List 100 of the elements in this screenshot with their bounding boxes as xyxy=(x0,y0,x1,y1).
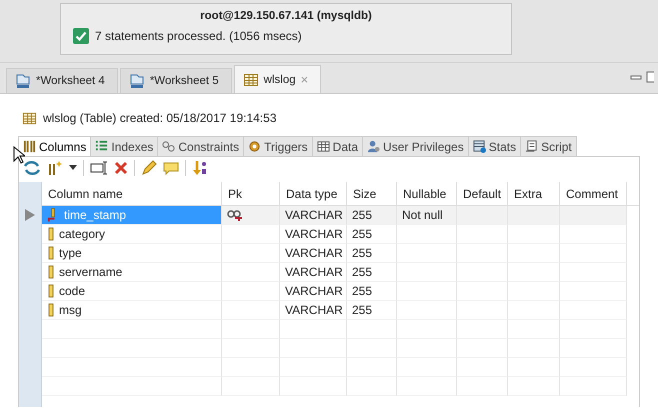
column-header[interactable]: Extra xyxy=(508,182,560,205)
editor-tab[interactable]: wlslog × xyxy=(234,65,322,93)
table-cell: VARCHAR xyxy=(280,206,347,225)
column-header[interactable]: Comment xyxy=(560,182,627,205)
empty-cell xyxy=(457,225,508,244)
column-header[interactable]: Column name xyxy=(42,182,222,205)
table-row[interactable]: category VARCHAR 255 xyxy=(42,225,639,244)
table-cell xyxy=(397,301,457,320)
sub-tab[interactable]: Constraints xyxy=(158,137,244,156)
empty-cell xyxy=(222,320,280,339)
table-cell: VARCHAR xyxy=(280,282,347,301)
empty-cell xyxy=(560,225,627,244)
pk-cell xyxy=(222,282,280,301)
column-icon xyxy=(47,227,55,241)
column-icon xyxy=(47,246,55,260)
table-cell: VARCHAR xyxy=(280,263,347,282)
sub-tab[interactable]: Stats xyxy=(468,137,522,156)
column-icon xyxy=(47,303,55,317)
pencil-icon[interactable] xyxy=(141,160,157,176)
table-cell: 255 xyxy=(347,301,397,320)
column-header[interactable]: Data type xyxy=(280,182,347,205)
empty-cell xyxy=(347,377,397,396)
table-cell: time_stamp xyxy=(42,206,222,225)
table-cell: category xyxy=(42,225,222,244)
link-icon xyxy=(162,140,176,153)
rename-icon[interactable] xyxy=(90,161,108,175)
empty-cell xyxy=(397,339,457,358)
column-icon xyxy=(47,265,55,279)
caret-icon[interactable] xyxy=(69,165,77,171)
empty-cell xyxy=(560,301,627,320)
table-cell: VARCHAR xyxy=(280,244,347,263)
empty-cell xyxy=(457,282,508,301)
notification-title: root@129.150.67.141 (mysqldb) xyxy=(199,10,373,22)
refresh-icon[interactable] xyxy=(23,161,41,175)
empty-cell xyxy=(280,358,347,377)
table-icon xyxy=(22,110,37,126)
table-cell xyxy=(397,263,457,282)
empty-cell xyxy=(508,301,560,320)
empty-cell xyxy=(222,339,280,358)
table-row[interactable]: servername VARCHAR 255 xyxy=(42,263,639,282)
maximize-icon[interactable] xyxy=(646,71,654,83)
table-cell: 255 xyxy=(347,282,397,301)
table-row[interactable]: type VARCHAR 255 xyxy=(42,244,639,263)
sub-tab[interactable]: Triggers xyxy=(244,137,313,156)
table-row[interactable]: code VARCHAR 255 xyxy=(42,282,639,301)
column-header[interactable]: Pk xyxy=(222,182,280,205)
empty-cell xyxy=(508,377,560,396)
empty-cell xyxy=(457,244,508,263)
table-cell: msg xyxy=(42,301,222,320)
table-cell: type xyxy=(42,244,222,263)
sub-tab[interactable]: Indexes xyxy=(91,137,158,156)
empty-cell xyxy=(347,320,397,339)
table-cell: servername xyxy=(42,263,222,282)
empty-cell xyxy=(560,358,627,377)
add-column-icon[interactable] xyxy=(47,160,63,176)
sub-tab[interactable]: Script xyxy=(521,137,577,156)
notification-message: 7 statements processed. (1056 msecs) xyxy=(95,29,302,43)
table-cell xyxy=(397,225,457,244)
table-cell: 255 xyxy=(347,206,397,225)
editor-tab[interactable]: *Worksheet 5 xyxy=(120,68,232,93)
column-icon xyxy=(47,284,55,298)
stats-icon xyxy=(472,140,486,153)
table-cell: VARCHAR xyxy=(280,225,347,244)
empty-cell xyxy=(222,358,280,377)
empty-cell xyxy=(457,377,508,396)
empty-cell xyxy=(457,320,508,339)
sort-icon[interactable] xyxy=(192,160,208,176)
empty-cell xyxy=(508,282,560,301)
empty-cell xyxy=(347,358,397,377)
empty-cell xyxy=(508,320,560,339)
sub-tab[interactable]: Data xyxy=(312,137,364,156)
pk-cell xyxy=(222,225,280,244)
comment-icon[interactable] xyxy=(163,161,179,175)
column-header[interactable]: Default xyxy=(457,182,508,205)
column-header[interactable]: Nullable xyxy=(397,182,457,205)
sub-tab[interactable]: User Privileges xyxy=(363,137,469,156)
pk-cell xyxy=(222,263,280,282)
table-icon xyxy=(242,72,259,88)
empty-cell xyxy=(280,320,347,339)
table-cell: 255 xyxy=(347,225,397,244)
table-row[interactable]: msg VARCHAR 255 xyxy=(42,301,639,320)
empty-cell xyxy=(508,339,560,358)
table-cell xyxy=(397,244,457,263)
empty-cell xyxy=(508,244,560,263)
empty-cell xyxy=(560,282,627,301)
empty-cell xyxy=(457,263,508,282)
empty-cell xyxy=(560,244,627,263)
pk-cell xyxy=(222,301,280,320)
empty-cell xyxy=(457,301,508,320)
table-cell: 255 xyxy=(347,263,397,282)
empty-cell xyxy=(280,377,347,396)
column-header[interactable]: Size xyxy=(347,182,397,205)
empty-cell xyxy=(560,263,627,282)
list-icon xyxy=(95,140,108,153)
table-row[interactable]: time_stamp VARCHAR 255 Not null xyxy=(42,206,639,225)
delete-icon[interactable] xyxy=(114,161,128,175)
key-icon xyxy=(227,209,243,221)
editor-tab[interactable]: *Worksheet 4 xyxy=(6,68,118,93)
script-icon xyxy=(525,140,538,153)
users-icon xyxy=(367,140,380,153)
